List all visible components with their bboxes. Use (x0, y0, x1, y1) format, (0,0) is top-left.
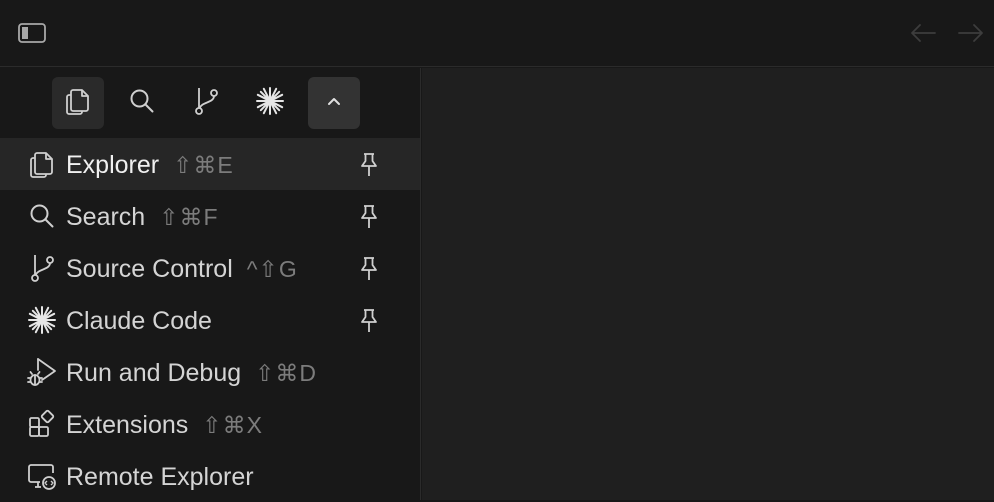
activity-collapse-button[interactable] (308, 77, 360, 129)
menu-item-label: Remote Explorer (66, 463, 254, 491)
pin-icon[interactable] (356, 151, 382, 179)
menu-item-label: Run and Debug ⇧⌘D (66, 359, 317, 387)
menu-item-claude-code[interactable]: Claude Code (0, 294, 420, 346)
extensions-icon (26, 409, 58, 439)
run-debug-icon (26, 357, 58, 387)
menu-item-label: Claude Code (66, 307, 212, 335)
claude-code-icon (26, 305, 58, 335)
search-label: Search (66, 203, 146, 231)
pin-icon[interactable] (356, 307, 382, 335)
editor-area (422, 68, 994, 500)
menu-item-run-debug[interactable]: Run and Debug ⇧⌘D (0, 346, 420, 398)
run-debug-shortcut: ⇧⌘D (255, 360, 318, 386)
claude-code-label: Claude Code (66, 307, 212, 335)
views-menu: Explorer ⇧⌘E Search ⇧⌘F Source Control ^… (0, 138, 420, 502)
search-icon (128, 87, 156, 120)
pin-icon[interactable] (356, 203, 382, 231)
menu-item-label: Search ⇧⌘F (66, 203, 219, 231)
activity-source-control-button[interactable] (180, 77, 232, 129)
files-icon (26, 149, 58, 179)
forward-arrow-icon[interactable] (956, 20, 986, 46)
files-icon (64, 86, 92, 121)
menu-item-extensions[interactable]: Extensions ⇧⌘X (0, 398, 420, 450)
sidebar: Explorer ⇧⌘E Search ⇧⌘F Source Control ^… (0, 68, 421, 500)
title-bar (0, 0, 994, 67)
source-control-shortcut: ^⇧G (246, 256, 298, 282)
search-icon (26, 201, 58, 231)
extensions-shortcut: ⇧⌘X (202, 412, 263, 438)
pin-icon[interactable] (356, 255, 382, 283)
back-arrow-icon[interactable] (908, 20, 938, 46)
menu-item-explorer[interactable]: Explorer ⇧⌘E (0, 138, 420, 190)
run-debug-label: Run and Debug (66, 359, 242, 387)
menu-item-source-control[interactable]: Source Control ^⇧G (0, 242, 420, 294)
menu-item-search[interactable]: Search ⇧⌘F (0, 190, 420, 242)
activity-claude-code-button[interactable] (244, 77, 296, 129)
sidebar-toggle-icon[interactable] (16, 20, 48, 46)
menu-item-label: Extensions ⇧⌘X (66, 411, 263, 439)
source-control-icon (26, 253, 58, 283)
activity-bar (52, 77, 360, 129)
extensions-label: Extensions (66, 411, 189, 439)
menu-item-label: Source Control ^⇧G (66, 255, 298, 283)
claude-code-icon (254, 85, 286, 122)
explorer-label: Explorer (66, 151, 160, 179)
source-control-icon (192, 86, 220, 121)
menu-item-remote-explorer[interactable]: Remote Explorer (0, 450, 420, 502)
activity-search-button[interactable] (116, 77, 168, 129)
explorer-shortcut: ⇧⌘E (173, 152, 234, 178)
chevron-up-icon (324, 94, 344, 113)
source-control-label: Source Control (66, 255, 233, 283)
activity-explorer-button[interactable] (52, 77, 104, 129)
remote-explorer-icon (26, 461, 58, 491)
search-shortcut: ⇧⌘F (159, 204, 219, 230)
remote-explorer-label: Remote Explorer (66, 463, 254, 491)
menu-item-label: Explorer ⇧⌘E (66, 151, 234, 179)
